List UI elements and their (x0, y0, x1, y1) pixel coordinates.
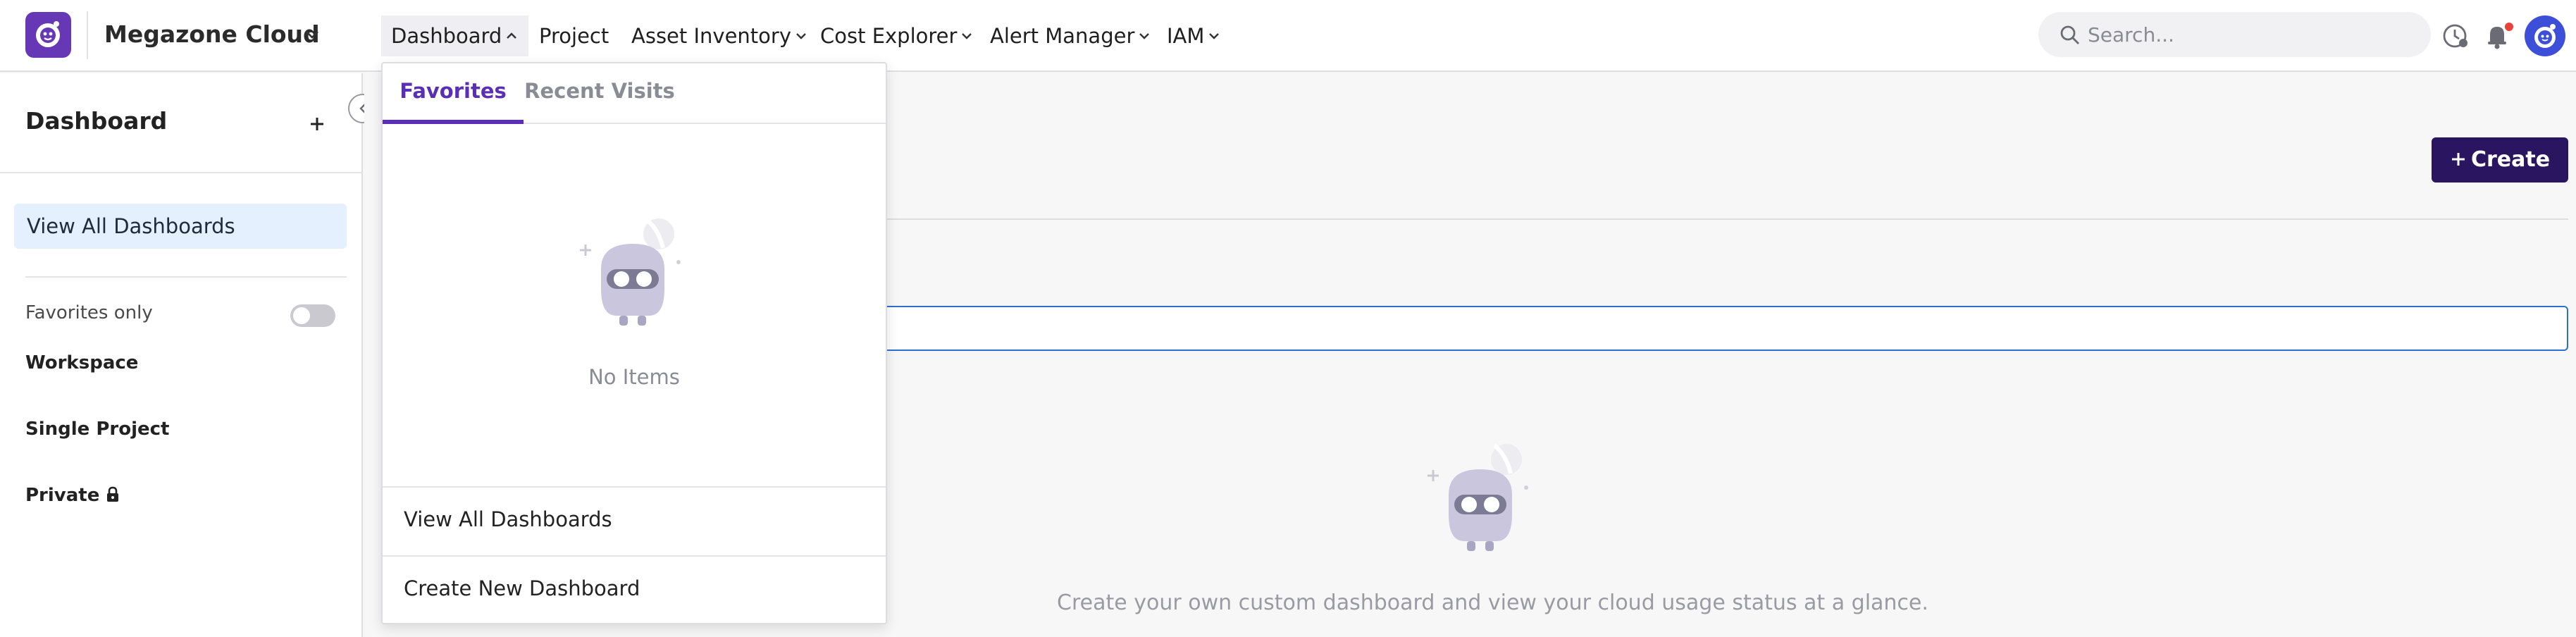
chevron-down-icon (796, 33, 806, 39)
favorites-only-label: Favorites only (25, 302, 153, 323)
nav-asset-inventory-label: Asset Inventory (631, 24, 792, 48)
nav-iam-label: IAM (1167, 24, 1205, 48)
create-button[interactable]: Create (2432, 137, 2568, 183)
nav-cost-explorer-label: Cost Explorer (820, 24, 958, 48)
sidebar-item-view-all-dashboards[interactable]: View All Dashboards (14, 204, 347, 249)
sidebar-group-private[interactable]: Private (25, 485, 120, 506)
nav-project-label: Project (539, 24, 609, 48)
sidebar-title: Dashboard (25, 107, 168, 135)
nav-dashboard[interactable]: Dashboard (381, 16, 529, 56)
create-new-dashboard-link[interactable]: Create New Dashboard (404, 576, 640, 600)
recent-history-icon[interactable] (2436, 18, 2473, 54)
empty-mascot-illustration (580, 218, 681, 326)
dropdown-tabs: Favorites Recent Visits (383, 63, 886, 124)
sidebar-group-workspace[interactable]: Workspace (25, 352, 138, 373)
sidebar-group-label: Private (25, 485, 100, 506)
divider (383, 555, 886, 557)
sidebar-group-single-project[interactable]: Single Project (25, 419, 169, 440)
brand-divider (87, 11, 88, 59)
empty-state-message: Create your own custom dashboard and vie… (1057, 590, 1928, 615)
nav-project[interactable]: Project (529, 16, 619, 56)
divider (886, 218, 2568, 220)
sidebar: Dashboard View All Dashboards Favorites … (0, 73, 363, 637)
chevron-down-icon[interactable] (303, 25, 321, 44)
empty-state-label: No Items (588, 365, 680, 389)
tab-favorites[interactable]: Favorites (383, 63, 524, 124)
nav-alert-manager[interactable]: Alert Manager (980, 16, 1161, 56)
chevron-down-icon (1139, 33, 1150, 39)
search-icon (2060, 25, 2079, 44)
sidebar-group-label: Single Project (25, 419, 170, 440)
divider (383, 486, 886, 488)
create-button-label: Create (2470, 147, 2551, 172)
nav-cost-explorer[interactable]: Cost Explorer (810, 16, 984, 56)
nav-dashboard-label: Dashboard (391, 24, 502, 48)
nav-asset-inventory[interactable]: Asset Inventory (621, 16, 818, 56)
user-avatar[interactable] (2525, 16, 2565, 56)
search-input[interactable] (2088, 19, 2412, 50)
sidebar-group-label: Workspace (25, 352, 139, 373)
divider (0, 172, 363, 173)
top-navigation-bar: Megazone Cloud Dashboard Project Asset I… (0, 0, 2576, 72)
plus-icon (2451, 152, 2465, 166)
workspace-name[interactable]: Megazone Cloud (104, 18, 320, 51)
global-search[interactable] (2038, 12, 2431, 57)
chevron-down-icon (1209, 33, 1220, 39)
app-logo-icon[interactable] (25, 12, 71, 58)
toggle-knob (293, 307, 310, 324)
divider (25, 276, 347, 278)
dashboard-search-field[interactable] (881, 306, 2568, 351)
tab-recent-visits[interactable]: Recent Visits (524, 63, 676, 124)
favorites-only-toggle[interactable] (290, 304, 335, 327)
view-all-dashboards-link[interactable]: View All Dashboards (404, 507, 612, 531)
nav-alert-manager-label: Alert Manager (990, 24, 1135, 48)
lock-icon (107, 486, 119, 502)
chevron-up-icon (507, 32, 517, 39)
chevron-down-icon (962, 33, 972, 39)
plus-icon[interactable] (304, 111, 330, 137)
empty-mascot-illustration (1428, 443, 1528, 551)
nav-iam[interactable]: IAM (1157, 16, 1231, 56)
dashboard-menu-dropdown: Favorites Recent Visits No Items View Al… (381, 62, 887, 624)
notification-badge (2503, 21, 2515, 32)
